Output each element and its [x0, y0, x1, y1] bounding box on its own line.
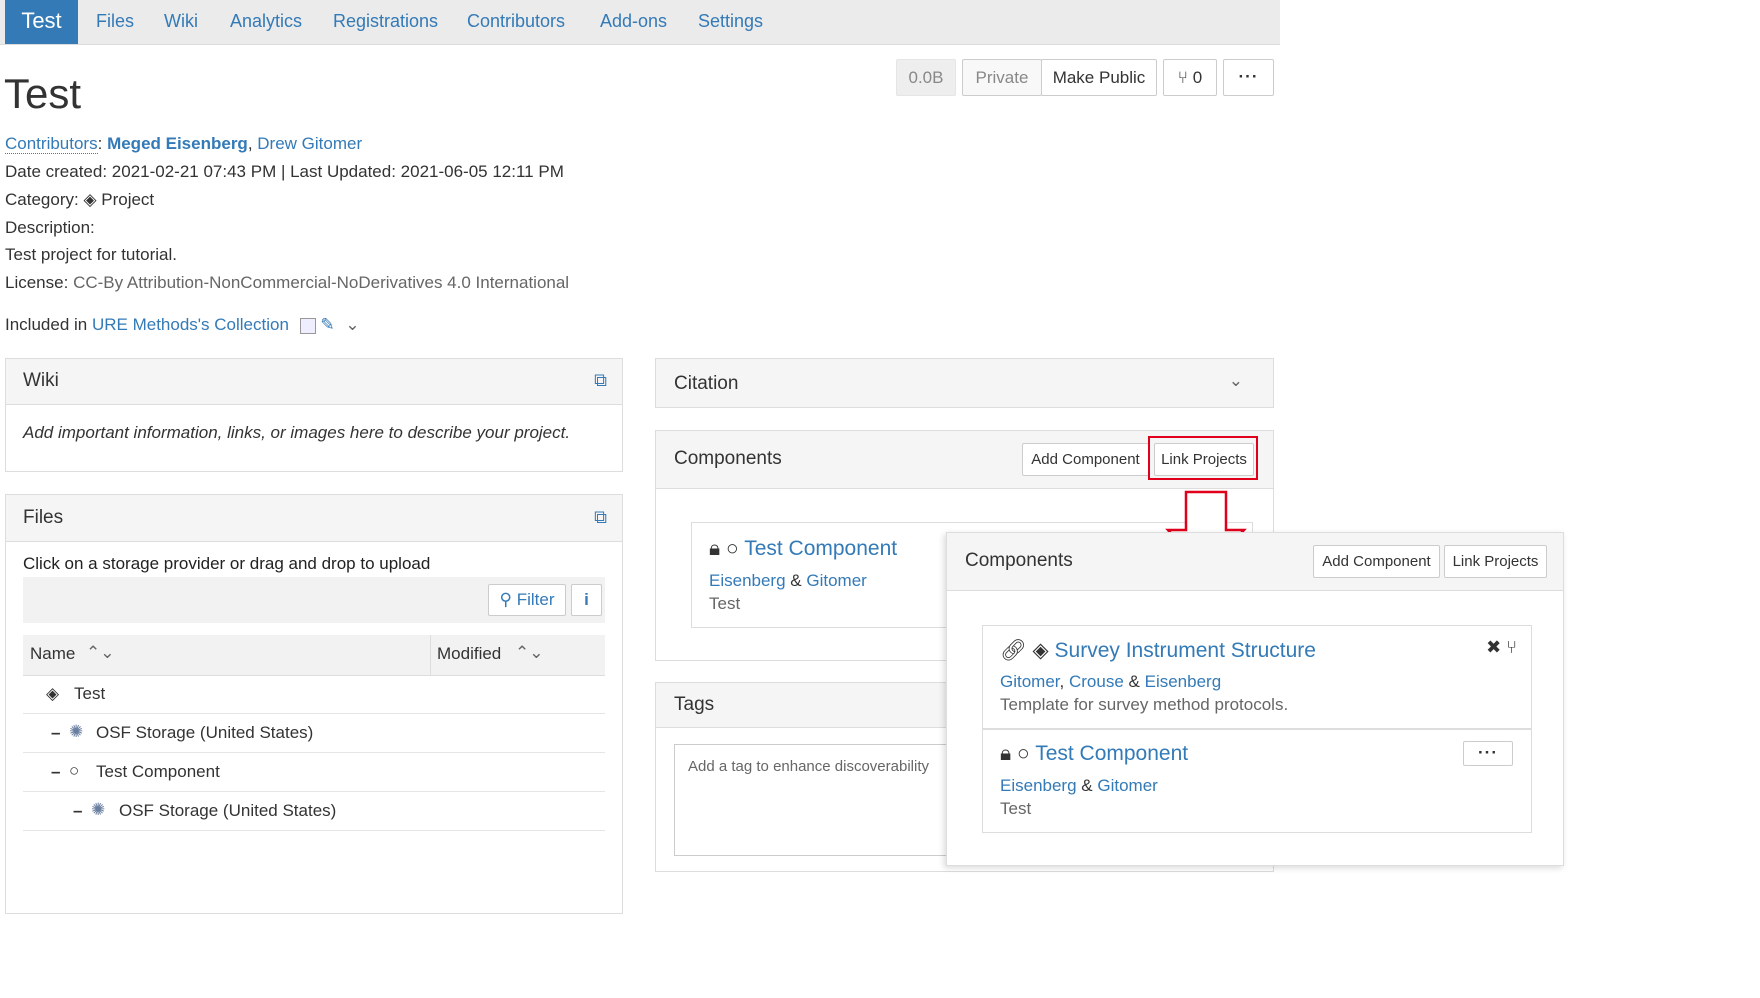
component-card: 🔒︎ ○ Test Component ··· Eisenberg & Gito…	[982, 729, 1532, 833]
sort-arrows-icon[interactable]: ⌃⌄	[86, 643, 115, 663]
component-link[interactable]: Test Component	[1035, 742, 1188, 765]
overlay-components-panel: Components Add Component Link Projects 🔗…	[946, 532, 1564, 866]
filter-button[interactable]: ⚲ Filter	[488, 584, 566, 616]
citation-panel[interactable]: Citation ⌄	[655, 358, 1274, 408]
project-description: Template for survey method protocols.	[1000, 695, 1289, 714]
license-line: License: CC-By Attribution-NonCommercial…	[5, 273, 570, 292]
files-panel: Files ⧉ Click on a storage provider or d…	[5, 494, 623, 914]
remove-link-icon[interactable]: ✖	[1486, 637, 1501, 657]
contributor-link[interactable]: Meged Eisenberg	[107, 134, 248, 153]
components-title: Components	[674, 448, 782, 469]
storage-gear-icon: ✺	[69, 722, 84, 741]
lock-icon: 🔒︎	[1000, 742, 1012, 765]
author-link[interactable]: Gitomer	[1000, 672, 1060, 691]
fork-count: 0	[1192, 68, 1203, 87]
chevron-down-icon[interactable]: ⌄	[345, 315, 359, 334]
make-public-button[interactable]: Make Public	[1041, 59, 1157, 96]
component-description: Test	[1000, 799, 1032, 818]
ellipsis-icon: ···	[1478, 743, 1498, 762]
file-tree: ◈ Test – ✺ OSF Storage (United States) –…	[23, 675, 605, 915]
wiki-title: Wiki	[23, 370, 59, 391]
info-icon[interactable]: i	[571, 584, 602, 616]
collapse-icon[interactable]: –	[73, 801, 82, 821]
wiki-placeholder: Add important information, links, or ima…	[23, 423, 571, 442]
citation-title: Citation	[674, 373, 739, 394]
files-toolbar: ⚲ Filter i	[23, 577, 605, 623]
files-table-header: Name ⌃⌄ Modified ⌃⌄	[23, 635, 605, 676]
col-name-header[interactable]: Name	[30, 644, 75, 664]
author-link[interactable]: Gitomer	[806, 571, 866, 590]
tags-title: Tags	[674, 694, 715, 715]
file-row[interactable]: – ○ Test Component	[23, 753, 605, 792]
tab-wiki[interactable]: Wiki	[164, 0, 198, 44]
storage-size-badge: 0.0B	[896, 59, 956, 96]
project-link[interactable]: Survey Instrument Structure	[1055, 639, 1316, 662]
circle-icon: ○	[726, 537, 739, 560]
dates-line: Date created: 2021-02-21 07:43 PM | Last…	[5, 162, 564, 181]
cube-icon: ◈	[46, 684, 60, 703]
component-options-button[interactable]: ···	[1463, 741, 1513, 766]
collapse-icon[interactable]: –	[51, 723, 60, 743]
more-options-button[interactable]: ···	[1223, 59, 1274, 96]
contributor-link[interactable]: Drew Gitomer	[257, 134, 362, 153]
circle-icon: ○	[1017, 742, 1030, 765]
external-link-icon[interactable]: ⧉	[594, 507, 607, 528]
tab-addons[interactable]: Add-ons	[600, 0, 667, 44]
tab-settings[interactable]: Settings	[698, 0, 763, 44]
category-line: Category: ◈ Project	[5, 190, 155, 209]
file-row[interactable]: ◈ Test	[23, 675, 605, 714]
collection-link[interactable]: URE Methods's Collection	[92, 315, 289, 334]
cube-icon: ◈	[83, 190, 97, 209]
add-component-button[interactable]: Add Component	[1313, 545, 1440, 578]
fork-icon: ⑂	[1177, 68, 1188, 87]
upload-instructions: Click on a storage provider or drag and …	[23, 554, 431, 573]
ellipsis-icon: ···	[1238, 67, 1259, 86]
edit-icon[interactable]: ✎	[320, 315, 334, 334]
linked-project-card: 🔗︎ ◈ Survey Instrument Structure ✖ ⑂ Git…	[982, 625, 1532, 729]
privacy-status: Private	[962, 59, 1042, 96]
sort-arrows-icon[interactable]: ⌃⌄	[515, 643, 544, 663]
cube-icon: ◈	[1032, 639, 1049, 662]
tab-registrations[interactable]: Registrations	[333, 0, 438, 44]
chevron-down-icon[interactable]: ⌄	[1229, 371, 1243, 391]
contributors-line: Contributors: Meged Eisenberg, Drew Gito…	[5, 134, 363, 154]
description-label: Description:	[5, 218, 95, 237]
tab-analytics[interactable]: Analytics	[230, 0, 302, 44]
file-row[interactable]: – ✺ OSF Storage (United States)	[23, 792, 605, 831]
top-navbar: Test Files Wiki Analytics Registrations …	[0, 0, 1280, 45]
file-row[interactable]: – ✺ OSF Storage (United States)	[23, 714, 605, 753]
wiki-panel: Wiki ⧉ Add important information, links,…	[5, 358, 623, 472]
fork-icon[interactable]: ⑂	[1506, 637, 1517, 657]
add-component-button[interactable]: Add Component	[1022, 443, 1149, 476]
search-icon: ⚲	[499, 590, 512, 609]
col-modified-header[interactable]: Modified	[437, 644, 501, 664]
fork-button[interactable]: ⑂ 0	[1163, 59, 1217, 96]
license-link[interactable]: CC-By Attribution-NonCommercial-NoDeriva…	[73, 273, 569, 292]
external-link-icon[interactable]: ⧉	[594, 370, 607, 391]
collection-line: Included in URE Methods's Collection ✎ ⌄	[5, 315, 360, 334]
nav-project-title[interactable]: Test	[5, 0, 78, 44]
description-text: Test project for tutorial.	[5, 245, 177, 264]
author-link[interactable]: Eisenberg	[1145, 672, 1222, 691]
author-link[interactable]: Eisenberg	[709, 571, 786, 590]
contributors-link[interactable]: Contributors	[5, 134, 98, 154]
collapse-icon[interactable]: –	[51, 762, 60, 782]
tab-contributors[interactable]: Contributors	[467, 0, 565, 44]
author-link[interactable]: Gitomer	[1097, 776, 1157, 795]
image-icon	[299, 317, 316, 334]
tab-files[interactable]: Files	[96, 0, 134, 44]
author-link[interactable]: Eisenberg	[1000, 776, 1077, 795]
link-projects-button[interactable]: Link Projects	[1444, 545, 1547, 578]
component-description: Test	[709, 594, 741, 613]
author-link[interactable]: Crouse	[1069, 672, 1124, 691]
page-title: Test	[4, 70, 82, 117]
lock-icon: 🔒︎	[709, 537, 721, 560]
circle-icon: ○	[69, 761, 80, 780]
highlight-box	[1148, 436, 1258, 480]
storage-gear-icon: ✺	[91, 800, 106, 819]
overlay-components-title: Components	[965, 550, 1073, 571]
component-link[interactable]: Test Component	[744, 537, 897, 560]
link-icon: 🔗︎	[1000, 639, 1027, 662]
files-title: Files	[23, 507, 64, 528]
